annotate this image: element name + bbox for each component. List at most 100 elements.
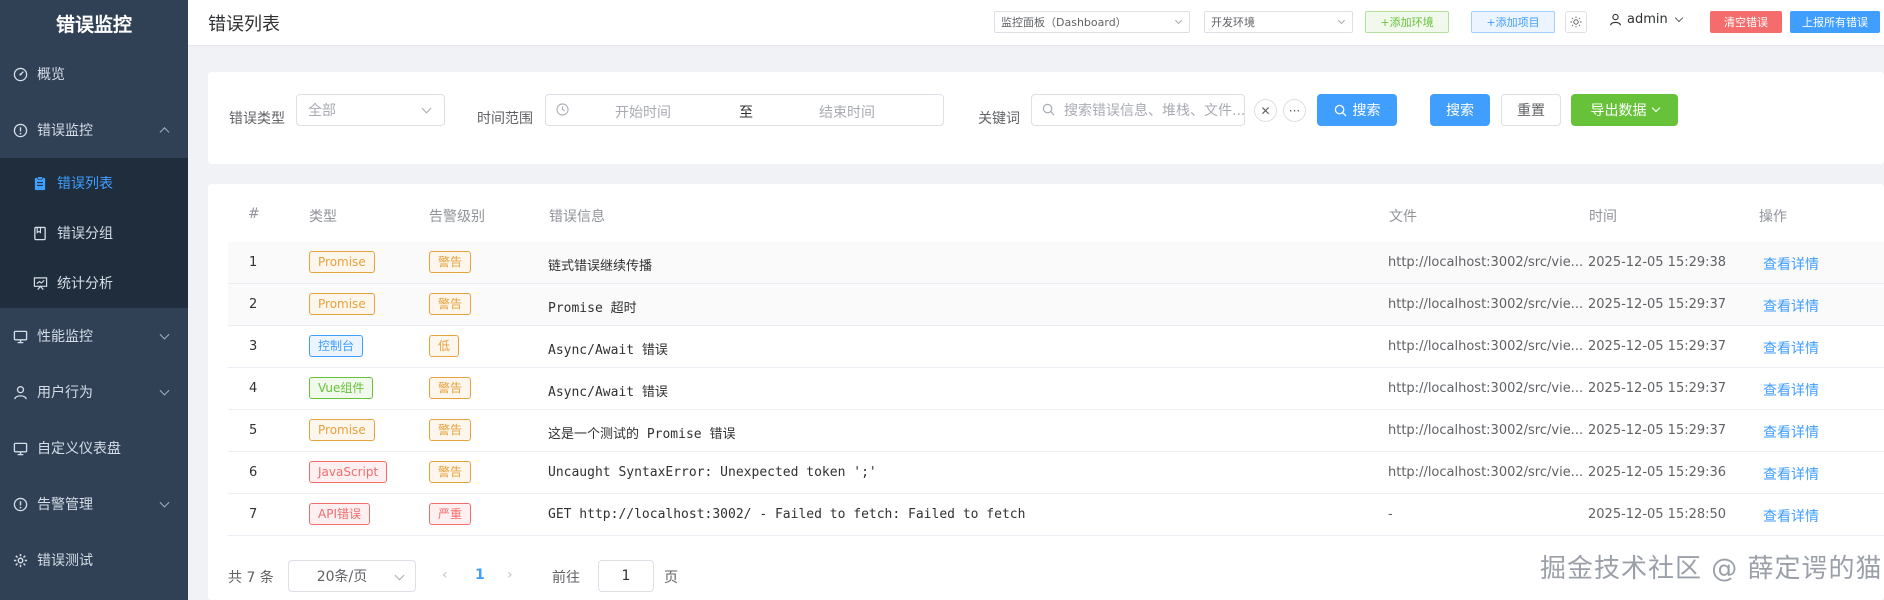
- sidebar-item-overview[interactable]: 概览: [0, 46, 188, 102]
- prev-page-button[interactable]: ‹: [442, 567, 448, 583]
- sidebar-item-user-behavior[interactable]: 用户行为: [0, 364, 188, 420]
- row-index: 1: [249, 255, 258, 270]
- sidebar-item-alarm[interactable]: 告警管理: [0, 476, 188, 532]
- goto-label: 前往: [552, 570, 580, 586]
- keyword-search-input[interactable]: 搜索错误信息、堆栈、文件...: [1031, 94, 1245, 126]
- table-header: # 类型 告警级别 错误信息 文件 时间 操作: [228, 206, 1884, 226]
- view-detail-link[interactable]: 查看详情: [1763, 338, 1819, 358]
- sidebar-item-label: 用户行为: [37, 385, 93, 401]
- next-page-button[interactable]: ›: [507, 567, 513, 583]
- sidebar-item-label: 性能监控: [37, 329, 93, 345]
- type-filter-select[interactable]: 全部: [296, 94, 445, 126]
- sun-icon: [1570, 16, 1582, 28]
- env-select-value: 开发环境: [1211, 16, 1255, 29]
- level-tag: 严重: [429, 503, 472, 525]
- col-file: 文件: [1389, 209, 1417, 225]
- col-level: 告警级别: [429, 209, 485, 225]
- type-tag: API错误: [309, 503, 370, 525]
- table-row: 3 控制台 低 Async/Await 错误 http://localhost:3002…: [228, 326, 1884, 368]
- sidebar-item-error-group[interactable]: 错误分组: [0, 208, 188, 258]
- chevron-down-icon: [1337, 16, 1346, 25]
- app-logo: 错误监控: [55, 13, 132, 36]
- time-range-label: 时间范围: [477, 111, 533, 127]
- monitor-icon: [12, 440, 28, 456]
- col-index: #: [248, 206, 260, 222]
- error-file: http://localhost:3002/src/vie...: [1388, 297, 1584, 312]
- row-index: 6: [249, 465, 258, 480]
- col-message: 错误信息: [549, 209, 605, 225]
- row-index: 5: [249, 423, 258, 438]
- sidebar-item-performance[interactable]: 性能监控: [0, 308, 188, 364]
- add-project-button[interactable]: + 添加项目: [1471, 11, 1555, 33]
- col-time: 时间: [1589, 209, 1617, 225]
- warning-circle-icon: [12, 122, 28, 138]
- view-detail-link[interactable]: 查看详情: [1763, 422, 1819, 442]
- chevron-down-icon: [421, 103, 432, 114]
- total-count: 共 7 条: [228, 570, 274, 586]
- sidebar-item-label: 告警管理: [37, 497, 93, 513]
- page-size-select[interactable]: 20条/页: [288, 560, 416, 592]
- error-message: Async/Await 错误: [548, 343, 668, 358]
- start-time-input[interactable]: 开始时间: [615, 102, 671, 122]
- error-message: Async/Await 错误: [548, 385, 668, 400]
- type-tag: Vue组件: [309, 377, 374, 399]
- chart-icon: [32, 275, 48, 291]
- user-icon: [12, 384, 28, 400]
- pagination: 共 7 条 20条/页 ‹ 1 › 前往 1 页: [228, 560, 928, 592]
- goto-page-input[interactable]: 1: [598, 560, 654, 592]
- type-tag: 控制台: [309, 335, 364, 357]
- error-time: 2025-12-05 15:29:38: [1588, 255, 1727, 270]
- table-row: 7 API错误 严重 GET http://localhost:3002/ - Fai…: [228, 494, 1884, 536]
- more-options-button[interactable]: ···: [1283, 99, 1306, 122]
- error-message: GET http://localhost:3002/ - Failed to f…: [548, 507, 1026, 522]
- error-message: Promise 超时: [548, 301, 637, 316]
- clear-errors-button[interactable]: 清空错误: [1710, 11, 1782, 33]
- view-detail-link[interactable]: 查看详情: [1763, 296, 1819, 316]
- export-button[interactable]: 导出数据: [1571, 94, 1678, 126]
- view-detail-link[interactable]: 查看详情: [1763, 254, 1819, 274]
- theme-toggle-button[interactable]: [1565, 11, 1587, 33]
- level-tag: 警告: [429, 293, 472, 315]
- page-number-current[interactable]: 1: [475, 567, 485, 583]
- range-separator: 至: [739, 105, 753, 121]
- user-menu[interactable]: admin: [1609, 12, 1683, 27]
- row-index: 4: [249, 381, 258, 396]
- env-select[interactable]: 开发环境: [1204, 11, 1353, 33]
- search-button[interactable]: 搜索: [1430, 94, 1490, 126]
- type-tag: Promise: [309, 293, 375, 315]
- end-time-input[interactable]: 结束时间: [819, 102, 875, 122]
- close-icon: ✕: [1260, 103, 1271, 118]
- dashboard-icon: [12, 66, 28, 82]
- sidebar-item-error-test[interactable]: 错误测试: [0, 532, 188, 588]
- watermark-text: 掘金技术社区 @ 薛定谔的猫_: [1540, 554, 1883, 600]
- sidebar-item-error-monitor[interactable]: 错误监控: [0, 102, 188, 158]
- report-all-button[interactable]: 上报所有错误: [1790, 11, 1880, 33]
- table-row: 6 JavaScript 警告 Uncaught SyntaxError: Unexp…: [228, 452, 1884, 494]
- dashboard-select[interactable]: 监控面板（Dashboard）: [994, 11, 1190, 33]
- export-label: 导出数据: [1590, 103, 1647, 119]
- add-env-button[interactable]: + 添加环境: [1365, 11, 1449, 33]
- error-table-panel: # 类型 告警级别 错误信息 文件 时间 操作 1 Promise 警告 链式错误继续…: [208, 184, 1884, 600]
- keyword-label: 关键词: [978, 111, 1020, 127]
- dashboard-select-value: 监控面板（Dashboard）: [1001, 16, 1127, 29]
- chevron-down-icon: [394, 570, 405, 581]
- folder-icon: [32, 225, 48, 241]
- row-index: 2: [249, 297, 258, 312]
- sidebar-item-custom-dashboard[interactable]: 自定义仪表盘: [0, 420, 188, 476]
- col-action: 操作: [1759, 209, 1787, 225]
- error-time: 2025-12-05 15:29:37: [1588, 297, 1727, 312]
- error-message: 这是一个测试的 Promise 错误: [548, 427, 736, 442]
- inline-search-button[interactable]: 搜索: [1317, 94, 1397, 126]
- view-detail-link[interactable]: 查看详情: [1763, 380, 1819, 400]
- sidebar-item-error-list[interactable]: 错误列表: [0, 158, 188, 208]
- sidebar-item-statistics[interactable]: 统计分析: [0, 258, 188, 308]
- chevron-down-icon: [159, 385, 170, 396]
- user-name: admin: [1627, 12, 1668, 27]
- view-detail-link[interactable]: 查看详情: [1763, 506, 1819, 526]
- clear-keyword-button[interactable]: ✕: [1254, 99, 1277, 122]
- error-file: http://localhost:3002/src/vie...: [1388, 255, 1584, 270]
- type-tag: JavaScript: [309, 461, 388, 483]
- date-range-picker[interactable]: 开始时间 至 结束时间: [545, 94, 944, 126]
- reset-button[interactable]: 重置: [1501, 94, 1561, 126]
- view-detail-link[interactable]: 查看详情: [1763, 464, 1819, 484]
